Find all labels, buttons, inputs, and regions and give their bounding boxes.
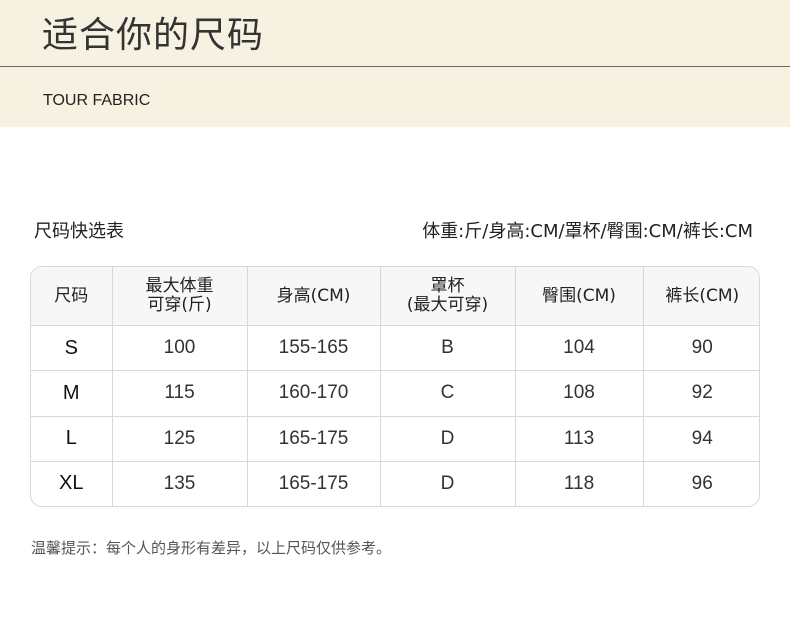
length-cell: 90 bbox=[642, 324, 759, 371]
header-divider bbox=[0, 66, 790, 67]
size-cell: M bbox=[31, 370, 112, 416]
cup-cell: D bbox=[379, 415, 515, 462]
height-cell: 155-165 bbox=[246, 324, 380, 371]
table-row: L 125 165-175 D 113 94 bbox=[31, 415, 759, 462]
weight-cell: 115 bbox=[111, 370, 247, 416]
header-band: 适合你的尺码 TOUR FABRIC bbox=[0, 0, 790, 127]
table-row: XL 135 165-175 D 118 96 bbox=[31, 460, 759, 506]
page-title: 适合你的尺码 bbox=[42, 15, 265, 56]
table-header-row: 尺码 最大体重 可穿(斤) 身高(CM) 罩杯 (最大可穿) 臀围(CM) 裤长(C… bbox=[31, 267, 759, 326]
brand-name: TOUR FABRIC bbox=[43, 92, 151, 109]
weight-cell: 135 bbox=[111, 460, 247, 506]
cup-cell: B bbox=[379, 324, 515, 371]
column-header-size: 尺码 bbox=[31, 267, 112, 326]
length-cell: 92 bbox=[642, 370, 759, 416]
height-cell: 165-175 bbox=[246, 460, 380, 506]
cup-cell: D bbox=[379, 460, 515, 506]
unit-note: 体重:斤/身高:CM/罩杯/臀围:CM/裤长:CM bbox=[422, 221, 753, 242]
hip-cell: 118 bbox=[514, 460, 643, 506]
hip-cell: 108 bbox=[514, 370, 643, 416]
height-cell: 160-170 bbox=[246, 370, 380, 416]
column-header-length: 裤长(CM) bbox=[642, 267, 759, 326]
table-row: M 115 160-170 C 108 92 bbox=[31, 370, 759, 416]
length-cell: 94 bbox=[642, 415, 759, 462]
size-table: 尺码 最大体重 可穿(斤) 身高(CM) 罩杯 (最大可穿) 臀围(CM) 裤长(C… bbox=[31, 267, 759, 506]
table-caption: 尺码快选表 bbox=[34, 221, 124, 242]
column-header-height: 身高(CM) bbox=[246, 267, 380, 326]
size-cell: XL bbox=[31, 460, 112, 506]
weight-cell: 100 bbox=[111, 324, 247, 371]
size-cell: S bbox=[31, 324, 112, 371]
cup-cell: C bbox=[379, 370, 515, 416]
weight-cell: 125 bbox=[111, 415, 247, 462]
column-header-hip: 臀围(CM) bbox=[514, 267, 643, 326]
hip-cell: 104 bbox=[514, 324, 643, 371]
column-header-max-weight: 最大体重 可穿(斤) bbox=[111, 267, 247, 326]
height-cell: 165-175 bbox=[246, 415, 380, 462]
column-header-cup: 罩杯 (最大可穿) bbox=[379, 267, 515, 326]
footnote: 温馨提示：每个人的身形有差异，以上尺码仅供参考。 bbox=[31, 539, 392, 557]
length-cell: 96 bbox=[642, 460, 759, 506]
table-row: S 100 155-165 B 104 90 bbox=[31, 324, 759, 371]
size-cell: L bbox=[31, 415, 112, 462]
hip-cell: 113 bbox=[514, 415, 643, 462]
size-chart: 尺码 最大体重 可穿(斤) 身高(CM) 罩杯 (最大可穿) 臀围(CM) 裤长(C… bbox=[30, 266, 760, 507]
